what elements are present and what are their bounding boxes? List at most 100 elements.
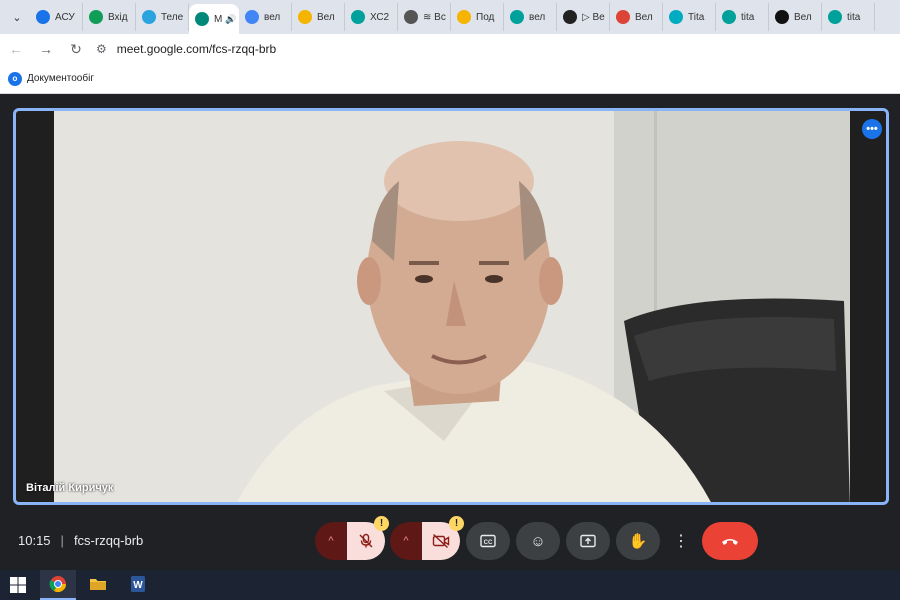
more-vertical-icon: ⋮ [673,533,689,550]
browser-tab[interactable]: Теле [136,3,189,31]
browser-tab[interactable]: Под [451,3,504,31]
audio-settings-button[interactable]: ^ [315,522,347,560]
video-settings-button[interactable]: ^ [390,522,422,560]
browser-tab[interactable]: Tita [663,3,716,31]
target-icon [616,10,630,24]
taskbar-chrome[interactable] [40,570,76,600]
ok-icon [722,10,736,24]
tab-label: tita [847,11,861,23]
start-button[interactable] [0,570,36,600]
microphone-toggle-button[interactable]: ! [347,516,389,560]
meeting-code: fcs-rzqq-brb [73,533,144,548]
folder-icon [90,579,106,590]
warning-badge: ! [449,516,464,531]
ok-icon [828,10,842,24]
browser-tab[interactable]: tita [822,3,875,31]
participant-name-label: Віталій Киричук [26,482,114,494]
chrome-icon [49,576,67,593]
ok-icon [351,10,365,24]
captions-button[interactable]: CC [466,522,510,560]
browser-tab[interactable]: Вхід [83,3,136,31]
google-icon [245,10,259,24]
chevron-down-icon: ⌄ [12,11,22,24]
mic-off-icon [359,533,373,548]
tab-label: ≋ Вс [423,11,446,23]
address-bar[interactable]: ⚙ meet.google.com/fcs-rzqq-brb [96,36,276,62]
meeting-time: 10:15 [18,533,51,548]
meeting-controls: 10:15 | fcs-rzqq-brb ^ ! ^ ! CC ☺ ✋ ⋮ [0,515,900,567]
meet-icon [195,12,209,26]
browser-tab[interactable]: Вел [610,3,663,31]
tab-label: ▷ Ве [582,11,605,23]
taskbar-file-explorer[interactable] [80,570,116,600]
browser-tab[interactable]: ▷ Ве [557,3,610,31]
reload-icon: ↻ [70,40,82,57]
browser-tab[interactable]: М🔊✕ [189,4,239,34]
tab-label: tita [741,11,755,23]
forward-button[interactable]: → [32,35,60,63]
more-horizontal-icon: ••• [866,123,878,135]
titan-icon [669,10,683,24]
raise-hand-button[interactable]: ✋ [616,522,660,560]
browser-tab[interactable]: АСУ [30,3,83,31]
bookmarks-bar: o Документообіг [0,64,900,94]
tab-label: Tita [688,11,705,23]
tab-label: Вел [794,11,812,23]
browser-tab[interactable]: вел [239,3,292,31]
url-text: meet.google.com/fcs-rzqq-brb [116,42,277,56]
tab-label: Вхід [108,11,128,23]
participant-video [54,111,850,502]
tab-label: ХС2 [370,11,390,23]
bookmark-item[interactable]: o Документообіг [8,71,94,86]
svg-text:CC: CC [484,540,493,546]
participant-tile[interactable]: Віталій Киричук ••• [13,108,889,505]
present-screen-button[interactable] [566,522,610,560]
warning-badge: ! [374,516,389,531]
h-icon [298,10,312,24]
browser-tab[interactable]: вел [504,3,557,31]
taskbar-word[interactable]: W [120,570,156,600]
lock-icon [457,10,471,24]
back-button[interactable]: ← [2,35,30,63]
ok-icon [510,10,524,24]
od-icon: o [8,71,22,86]
camera-off-icon [432,533,450,549]
browser-tab[interactable]: tita [716,3,769,31]
tab-label: Вел [635,11,653,23]
windows-taskbar: W [0,570,900,600]
tab-label: Вел [317,11,335,23]
tab-label: М [214,13,223,25]
present-icon [580,534,596,548]
word-icon: W [131,576,145,592]
emoji-icon: ☺ [530,532,546,550]
closed-captions-icon: CC [480,534,496,548]
site-info-icon[interactable]: ⚙ [96,42,107,56]
arrow-right-icon: → [39,41,53,57]
reactions-button[interactable]: ☺ [516,522,560,560]
more-options-button[interactable]: ⋮ [669,522,693,560]
divider: | [60,533,64,548]
folder-icon [89,10,103,24]
windows-logo-icon [10,577,26,593]
camera-control: ^ ! [390,516,464,560]
speaker-icon[interactable]: 🔊 [225,14,236,25]
s-icon [404,10,418,24]
tab-label: вел [529,11,546,23]
leave-call-button[interactable] [702,522,758,560]
b-icon [563,10,577,24]
hang-up-icon [722,539,738,545]
chevron-up-icon: ^ [403,535,409,547]
tile-more-options-button[interactable]: ••• [862,119,882,139]
camera-toggle-button[interactable]: ! [422,516,464,560]
od-icon [36,10,50,24]
i-icon [775,10,789,24]
browser-tab[interactable]: ≋ Вс [398,3,451,31]
reload-button[interactable]: ↻ [62,35,90,63]
browser-tab[interactable]: Вел [292,3,345,31]
tab-search-button[interactable]: ⌄ [4,4,30,30]
bookmark-label: Документообіг [27,73,94,84]
hand-icon: ✋ [628,533,648,550]
browser-tab[interactable]: Вел [769,3,822,31]
tab-label: Теле [161,11,184,23]
browser-tab[interactable]: ХС2 [345,3,398,31]
